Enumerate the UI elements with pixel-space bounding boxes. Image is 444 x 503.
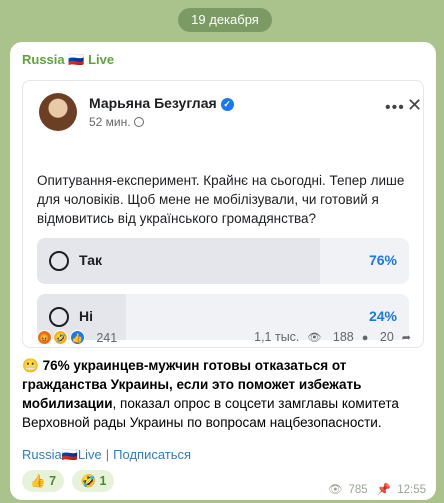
post-text: Опитування-експеримент. Крайнє на сьогод…	[37, 173, 405, 226]
post-stats: 1,1 тыс. 👁 188 ● 20 ➦	[246, 330, 411, 344]
post-reactions: 😡 🤣 👍 241	[37, 329, 118, 346]
comments-count: 188	[332, 330, 354, 344]
radio-icon	[49, 307, 69, 327]
poll-option-percent: 76%	[368, 252, 397, 268]
reaction-count: 241	[96, 330, 118, 345]
angry-reaction-icon: 😡	[37, 330, 52, 346]
avatar	[39, 93, 77, 131]
reaction-chip-count: 7	[49, 474, 57, 488]
radio-icon	[49, 251, 69, 271]
poll-option-percent: 24%	[368, 308, 397, 324]
channel-flag: 🇷🇺	[68, 52, 85, 67]
channel-suffix: Live	[88, 52, 115, 67]
views-count: 1,1 тыс.	[254, 330, 300, 344]
caption-emoji: 😬	[22, 358, 39, 373]
thumbs-up-icon: 👍	[30, 474, 46, 488]
haha-reaction-icon: 🤣	[53, 330, 69, 346]
shares-count: 20	[379, 330, 394, 344]
reaction-chip-thumbs-up[interactable]: 👍 7	[22, 470, 65, 492]
post-author-name: Марьяна Безуглая	[89, 95, 217, 111]
post-meta: 52 мин.	[89, 115, 144, 129]
subscribe-link[interactable]: Подписаться	[113, 447, 191, 462]
reaction-chip-count: 1	[99, 474, 107, 488]
views-icon: 👁	[307, 332, 322, 344]
poll-option-label: Так	[79, 252, 102, 268]
message-time: 12:55	[397, 484, 426, 496]
poll-option-yes: Так 76%	[37, 238, 409, 284]
message-caption: 😬 76% украинцев-мужчин готовы отказаться…	[22, 356, 426, 432]
verified-icon: ✓	[220, 98, 234, 111]
laugh-icon: 🤣	[80, 474, 97, 488]
message-views: 785	[348, 484, 368, 496]
footer-links: Russia🇷🇺Live | Подписаться	[22, 447, 191, 463]
post-author: Марьяна Безуглая ✓	[89, 95, 234, 111]
channel-name-text: Russia	[22, 52, 65, 67]
post-time: 52 мин.	[89, 115, 131, 129]
reaction-chip-laugh[interactable]: 🤣 1	[72, 470, 115, 492]
embedded-post-screenshot[interactable]: Марьяна Безуглая ✓ 52 мин. ••• ✕ Опитуван…	[22, 80, 424, 348]
close-icon: ✕	[407, 95, 423, 115]
message-meta: 👁 785 📌 12:55	[322, 482, 426, 496]
link-separator: |	[105, 447, 110, 462]
eye-icon: 👁	[327, 484, 343, 496]
poll-option-label: Ні	[79, 308, 93, 324]
comment-icon: ●	[361, 332, 369, 344]
channel-link[interactable]: Russia🇷🇺Live	[22, 447, 102, 462]
pin-icon: 📌	[376, 484, 392, 496]
more-options-icon: •••	[385, 99, 405, 116]
globe-icon	[133, 117, 144, 127]
channel-message[interactable]: Russia 🇷🇺 Live Марьяна Безуглая ✓ 52 мин.…	[10, 42, 436, 500]
channel-title[interactable]: Russia 🇷🇺 Live	[22, 52, 114, 68]
share-icon: ➦	[401, 332, 411, 344]
like-reaction-icon: 👍	[69, 330, 85, 346]
date-separator: 19 декабря	[178, 8, 272, 32]
reaction-chips: 👍 7 🤣 1	[22, 470, 118, 492]
